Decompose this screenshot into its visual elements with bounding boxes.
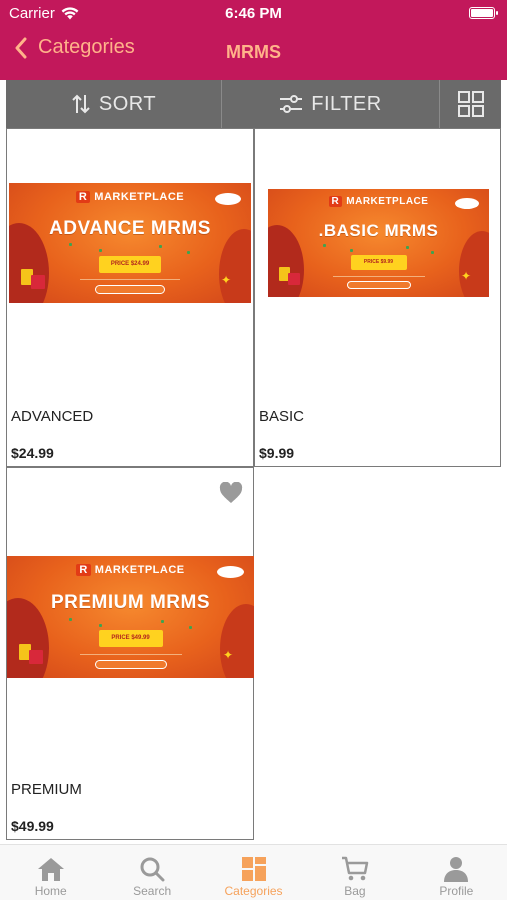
product-name: BASIC bbox=[259, 408, 305, 425]
product-price: $9.99 bbox=[259, 445, 295, 461]
banner-price: PRICE $49.99 bbox=[98, 630, 163, 647]
sort-button[interactable]: SORT bbox=[6, 80, 222, 128]
tab-label: Search bbox=[133, 884, 172, 898]
tab-label: Home bbox=[34, 884, 67, 898]
banner-price: PRICE $9.99 bbox=[350, 255, 407, 270]
product-name: PREMIUM bbox=[11, 781, 82, 798]
product-banner-image: R MARKETPLACE ADVANCE MRMS PRICE $24.99 ✦ bbox=[9, 183, 251, 303]
navigation-bar: Categories MRMS bbox=[0, 36, 507, 70]
battery-icon bbox=[469, 7, 498, 19]
product-price: $24.99 bbox=[11, 445, 54, 461]
product-card-advanced[interactable]: R MARKETPLACE ADVANCE MRMS PRICE $24.99 ✦… bbox=[6, 128, 254, 467]
filter-sliders-icon bbox=[280, 95, 303, 113]
product-price: $49.99 bbox=[11, 818, 54, 834]
header: Carrier 6:46 PM Categories MRMS bbox=[0, 0, 507, 80]
page-title: MRMS bbox=[226, 42, 281, 62]
tab-profile[interactable]: Profile bbox=[406, 845, 507, 900]
filter-button[interactable]: FILTER bbox=[222, 80, 440, 128]
banner-title: PREMIUM MRMS bbox=[50, 592, 211, 613]
banner-brand: MARKETPLACE bbox=[94, 564, 185, 576]
product-banner-image: R MARKETPLACE PREMIUM MRMS PRICE $49.99 ✦ bbox=[7, 556, 254, 678]
tab-label: Categories bbox=[224, 884, 283, 898]
clock: 6:46 PM bbox=[225, 5, 282, 22]
cart-icon bbox=[341, 856, 369, 881]
banner-title: ADVANCE MRMS bbox=[49, 218, 211, 239]
product-banner-image: R MARKETPLACE .BASIC MRMS PRICE $9.99 ✦ bbox=[268, 189, 489, 297]
tab-label: Bag bbox=[344, 884, 366, 898]
sort-filter-toolbar: SORT FILTER bbox=[6, 80, 501, 128]
tab-bar: Home Search Categories Bag Profile bbox=[0, 844, 507, 900]
product-card-premium[interactable]: R MARKETPLACE PREMIUM MRMS PRICE $49.99 ✦… bbox=[6, 467, 254, 840]
filter-label: FILTER bbox=[311, 92, 382, 115]
status-bar: Carrier 6:46 PM bbox=[0, 5, 507, 25]
banner-brand: MARKETPLACE bbox=[346, 196, 429, 207]
tab-home[interactable]: Home bbox=[0, 845, 101, 900]
tab-label: Profile bbox=[439, 884, 474, 898]
banner-title: .BASIC MRMS bbox=[318, 221, 439, 240]
search-icon bbox=[140, 857, 165, 882]
sort-icon bbox=[72, 94, 90, 114]
sort-label: SORT bbox=[98, 92, 157, 115]
grid-view-button[interactable] bbox=[440, 80, 501, 128]
grid-icon bbox=[457, 91, 484, 117]
tab-bag[interactable]: Bag bbox=[304, 845, 405, 900]
product-card-basic[interactable]: R MARKETPLACE .BASIC MRMS PRICE $9.99 ✦ B… bbox=[254, 128, 501, 467]
banner-price: PRICE $24.99 bbox=[99, 256, 161, 273]
profile-icon bbox=[444, 857, 469, 882]
banner-brand: MARKETPLACE bbox=[94, 191, 185, 203]
heart-icon[interactable] bbox=[219, 482, 243, 504]
tab-categories[interactable]: Categories bbox=[203, 845, 304, 900]
product-name: ADVANCED bbox=[11, 408, 94, 425]
home-icon bbox=[37, 858, 64, 881]
tab-search[interactable]: Search bbox=[101, 845, 202, 900]
categories-icon bbox=[241, 857, 266, 881]
